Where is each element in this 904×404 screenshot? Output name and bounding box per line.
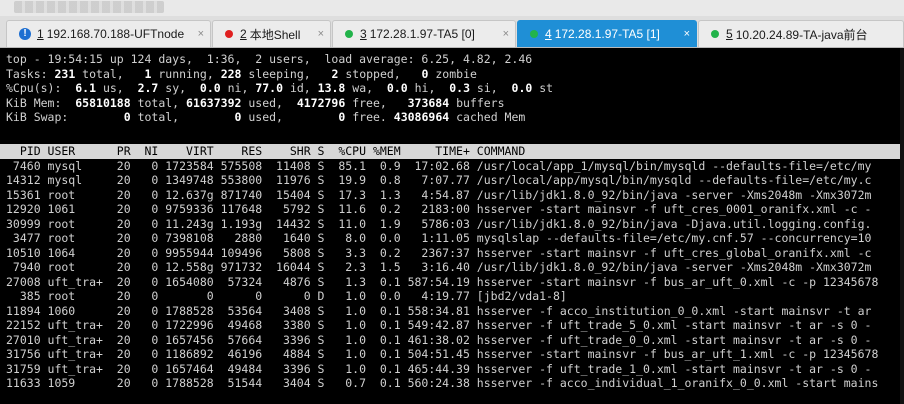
process-row: 11633 1059 20 0 1788528 51544 3404 S 0.7… [6,376,879,390]
tab-label: 10.20.24.89-TA-java前台 [735,27,868,42]
tab-number: 3 [360,27,367,41]
tab-number: 5 [726,27,733,41]
tab-session-4[interactable]: 4 172.28.1.97-TA5 [1] × [517,20,697,47]
tab-session-1[interactable]: ! 1 192.168.70.188-UFTnode × [6,20,211,47]
tab-number: 4 [545,27,552,41]
terminal-scrollbar[interactable] [900,48,904,404]
close-icon[interactable]: × [684,28,690,40]
process-row: 22152 uft_tra+ 20 0 1722996 49468 3380 S… [6,318,872,332]
tab-label: 192.168.70.188-UFTnode [46,27,185,41]
tab-label: 本地Shell [249,27,301,42]
status-dot-icon [711,30,719,38]
process-row: 27010 uft_tra+ 20 0 1657456 57664 3396 S… [6,332,872,347]
process-row: 31756 uft_tra+ 20 0 1186892 46196 4884 S… [6,347,879,361]
tab-number: 1 [37,27,44,41]
session-tab-bar: ! 1 192.168.70.188-UFTnode × 2 本地Shell ×… [0,16,904,48]
status-dot-icon [530,30,538,38]
terminal-output[interactable]: top - 19:54:15 up 124 days, 1:36, 2 user… [0,48,904,404]
tab-label: 172.28.1.97-TA5 [0] [369,27,475,41]
status-dot-icon [225,30,233,38]
tab-label: 172.28.1.97-TA5 [1] [554,27,660,41]
process-row: 3477 root 20 0 7398108 2880 1640 S 8.0 0… [6,231,872,245]
top-cpu-line: %Cpu(s): 6.1 us, 2.7 sy, 0.0 ni, 77.0 id… [6,81,554,95]
tab-session-5[interactable]: 5 10.20.24.89-TA-java前台 [698,20,904,47]
window-title-strip [0,0,904,16]
tab-session-2[interactable]: 2 本地Shell × [212,20,331,47]
blurred-title [14,1,164,13]
process-row: 30999 root 20 0 11.243g 1.193g 14432 S 1… [6,216,872,231]
process-row: 15361 root 20 0 12.637g 871740 15404 S 1… [6,187,872,202]
process-row: 27008 uft_tra+ 20 0 1654080 57324 4876 S… [6,274,879,289]
close-icon[interactable]: × [503,28,509,40]
top-uptime-line: top - 19:54:15 up 124 days, 1:36, 2 user… [6,52,533,66]
process-row: 10510 1064 20 0 9955944 109496 5808 S 3.… [6,245,872,260]
tab-session-3[interactable]: 3 172.28.1.97-TA5 [0] × [332,20,516,47]
process-row: 12920 1061 20 0 9759336 117648 5792 S 11… [6,202,872,216]
close-icon[interactable]: × [318,28,324,40]
process-row: 31759 uft_tra+ 20 0 1657464 49484 3396 S… [6,361,872,376]
tab-number: 2 [240,27,247,41]
status-dot-icon [345,30,353,38]
top-mem-line: KiB Mem: 65810188 total, 61637392 used, … [6,95,505,110]
process-row: 14312 mysql 20 0 1349748 553800 11976 S … [6,173,872,187]
process-table-header: PID USER PR NI VIRT RES SHR S %CPU %MEM … [0,144,904,159]
process-row: 7940 root 20 0 12.558g 971732 16044 S 2.… [6,260,872,274]
process-row: 385 root 20 0 0 0 0 D 1.0 0.0 4:19.77 [j… [6,289,567,303]
process-row: 7460 mysql 20 0 1723584 575508 11408 S 8… [6,158,872,173]
top-tasks-line: Tasks: 231 total, 1 running, 228 sleepin… [6,66,477,81]
process-row: 11894 1060 20 0 1788528 53564 3408 S 1.0… [6,303,872,318]
top-swap-line: KiB Swap: 0 total, 0 used, 0 free. 43086… [6,110,526,124]
info-icon: ! [19,28,31,40]
close-icon[interactable]: × [198,28,204,40]
